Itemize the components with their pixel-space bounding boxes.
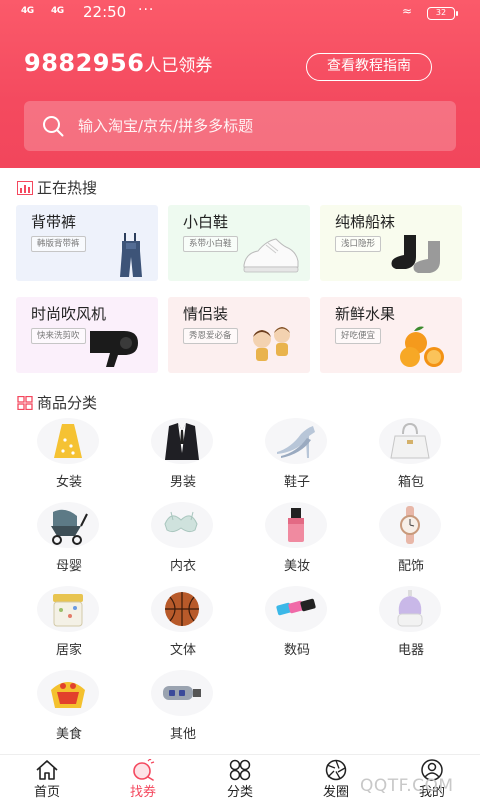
- hot-search-title-text: 正在热搜: [37, 179, 98, 197]
- category-label: 美食: [55, 727, 82, 742]
- category-sports-stationery[interactable]: 文体: [133, 586, 233, 666]
- search-icon: [43, 116, 64, 137]
- camera-aperture-icon: [325, 759, 347, 781]
- category-label: 内衣: [169, 559, 196, 574]
- hot-card-fruit[interactable]: 新鲜水果 好吃便宜: [320, 297, 462, 373]
- watch-icon: [400, 506, 420, 544]
- humidifier-icon: [397, 590, 423, 627]
- hot-card-name: 新鲜水果: [335, 305, 396, 323]
- food-icon: [51, 682, 85, 708]
- grid-icon: [17, 395, 33, 410]
- hot-card-name: 情侣装: [183, 305, 229, 323]
- hot-card-tag: 好吃便宜: [335, 328, 382, 344]
- coupon-count: 9882956人已领券: [24, 49, 212, 77]
- hot-card-sneaker[interactable]: 小白鞋 系带小白鞋: [168, 205, 310, 281]
- hot-card-tag: 韩版背带裤: [31, 236, 86, 252]
- tab-label: 分类: [226, 785, 253, 800]
- oranges-image: [400, 326, 444, 367]
- signal-2-icon: 4G: [51, 6, 64, 16]
- overalls-image: [120, 233, 142, 277]
- hot-card-name: 时尚吹风机: [31, 305, 107, 323]
- category-label: 配饰: [397, 559, 424, 574]
- hot-card-hair-dryer[interactable]: 时尚吹风机 快来洗剪吹: [16, 297, 158, 373]
- tab-home[interactable]: 首页: [12, 755, 82, 800]
- hot-card-tag: 快来洗剪吹: [31, 328, 86, 344]
- coupon-count-suffix: 人已领券: [144, 56, 213, 76]
- category-label: 女装: [55, 475, 82, 490]
- hot-card-couple[interactable]: 情侣装 秀恩爱必备: [168, 297, 310, 373]
- usb-drive-icon: [276, 598, 316, 616]
- coupon-count-number: 9882956: [24, 49, 145, 77]
- category-label: 男装: [169, 475, 196, 490]
- category-underwear[interactable]: 内衣: [133, 502, 233, 582]
- category-digital[interactable]: 数码: [247, 586, 347, 666]
- dress-icon: [54, 424, 82, 458]
- category-icon: [229, 759, 251, 781]
- category-men-clothing[interactable]: 男装: [133, 418, 233, 498]
- status-dots: ···: [138, 2, 155, 18]
- hot-card-overalls[interactable]: 背带裤 韩版背带裤: [16, 205, 158, 281]
- hot-card-name: 背带裤: [31, 213, 77, 231]
- home-icon: [36, 760, 58, 780]
- tab-find-coupon[interactable]: 找券: [108, 755, 178, 800]
- status-time: 22:50: [83, 3, 127, 21]
- heels-icon: [277, 426, 315, 458]
- category-label: 母婴: [55, 559, 82, 574]
- basketball-icon: [165, 592, 199, 626]
- category-label: 居家: [55, 643, 82, 658]
- hair-dryer-image: [90, 331, 138, 367]
- hot-card-tag: 系带小白鞋: [183, 236, 238, 252]
- hot-card-tag: 秀恩爱必备: [183, 328, 238, 344]
- category-shoes[interactable]: 鞋子: [247, 418, 347, 498]
- suit-icon: [165, 423, 199, 460]
- category-title: 商品分类: [17, 392, 97, 413]
- storage-jar-icon: [53, 594, 83, 627]
- category-bags[interactable]: 箱包: [361, 418, 461, 498]
- watermark: QQTF.COM: [360, 776, 454, 796]
- wifi-icon: ≈: [402, 4, 413, 18]
- signal-1-icon: 4G: [21, 6, 34, 16]
- category-label: 箱包: [397, 475, 424, 490]
- car-charger-icon: [163, 686, 201, 700]
- category-women-clothing[interactable]: 女装: [19, 418, 119, 498]
- tab-label: 找券: [129, 785, 156, 800]
- category-appliances[interactable]: 电器: [361, 586, 461, 666]
- category-maternity-baby[interactable]: 母婴: [19, 502, 119, 582]
- header: 4G 4G 22:50 ··· ≈ 32 9882956人已领券 查看教程指南: [0, 0, 480, 168]
- sneaker-image: [243, 238, 299, 273]
- handbag-icon: [390, 422, 430, 459]
- hot-card-name: 纯棉船袜: [335, 213, 396, 231]
- category-home[interactable]: 居家: [19, 586, 119, 666]
- status-bar: 4G 4G 22:50 ··· ≈ 32: [0, 0, 480, 26]
- category-cosmetics[interactable]: 美妆: [247, 502, 347, 582]
- tab-category[interactable]: 分类: [205, 755, 275, 800]
- couple-image: [253, 327, 290, 361]
- category-accessories[interactable]: 配饰: [361, 502, 461, 582]
- bra-icon: [164, 511, 198, 533]
- hot-card-name: 小白鞋: [183, 213, 229, 231]
- hot-search-title: 正在热搜: [17, 177, 97, 198]
- hot-card-tag: 浅口隐形: [335, 236, 382, 252]
- bar-chart-icon: [17, 180, 33, 195]
- category-label: 文体: [169, 643, 196, 658]
- category-label: 电器: [397, 643, 424, 658]
- category-title-text: 商品分类: [37, 394, 98, 412]
- category-label: 数码: [283, 643, 310, 658]
- category-label: 其他: [169, 727, 196, 742]
- search-bar[interactable]: [24, 101, 456, 151]
- hot-card-socks[interactable]: 纯棉船袜 浅口隐形: [320, 205, 462, 281]
- category-label: 鞋子: [283, 475, 310, 490]
- category-other[interactable]: 其他: [133, 670, 233, 750]
- find-coupon-icon: [133, 759, 155, 781]
- cosmetics-icon: [288, 508, 304, 542]
- tutorial-guide-button[interactable]: 查看教程指南: [306, 53, 432, 81]
- category-food[interactable]: 美食: [19, 670, 119, 750]
- socks-image: [391, 235, 440, 273]
- search-input[interactable]: [78, 101, 438, 151]
- category-label: 美妆: [283, 559, 310, 574]
- battery-icon: 32: [427, 7, 458, 20]
- stroller-icon: [51, 509, 88, 545]
- tab-label: 首页: [33, 785, 60, 800]
